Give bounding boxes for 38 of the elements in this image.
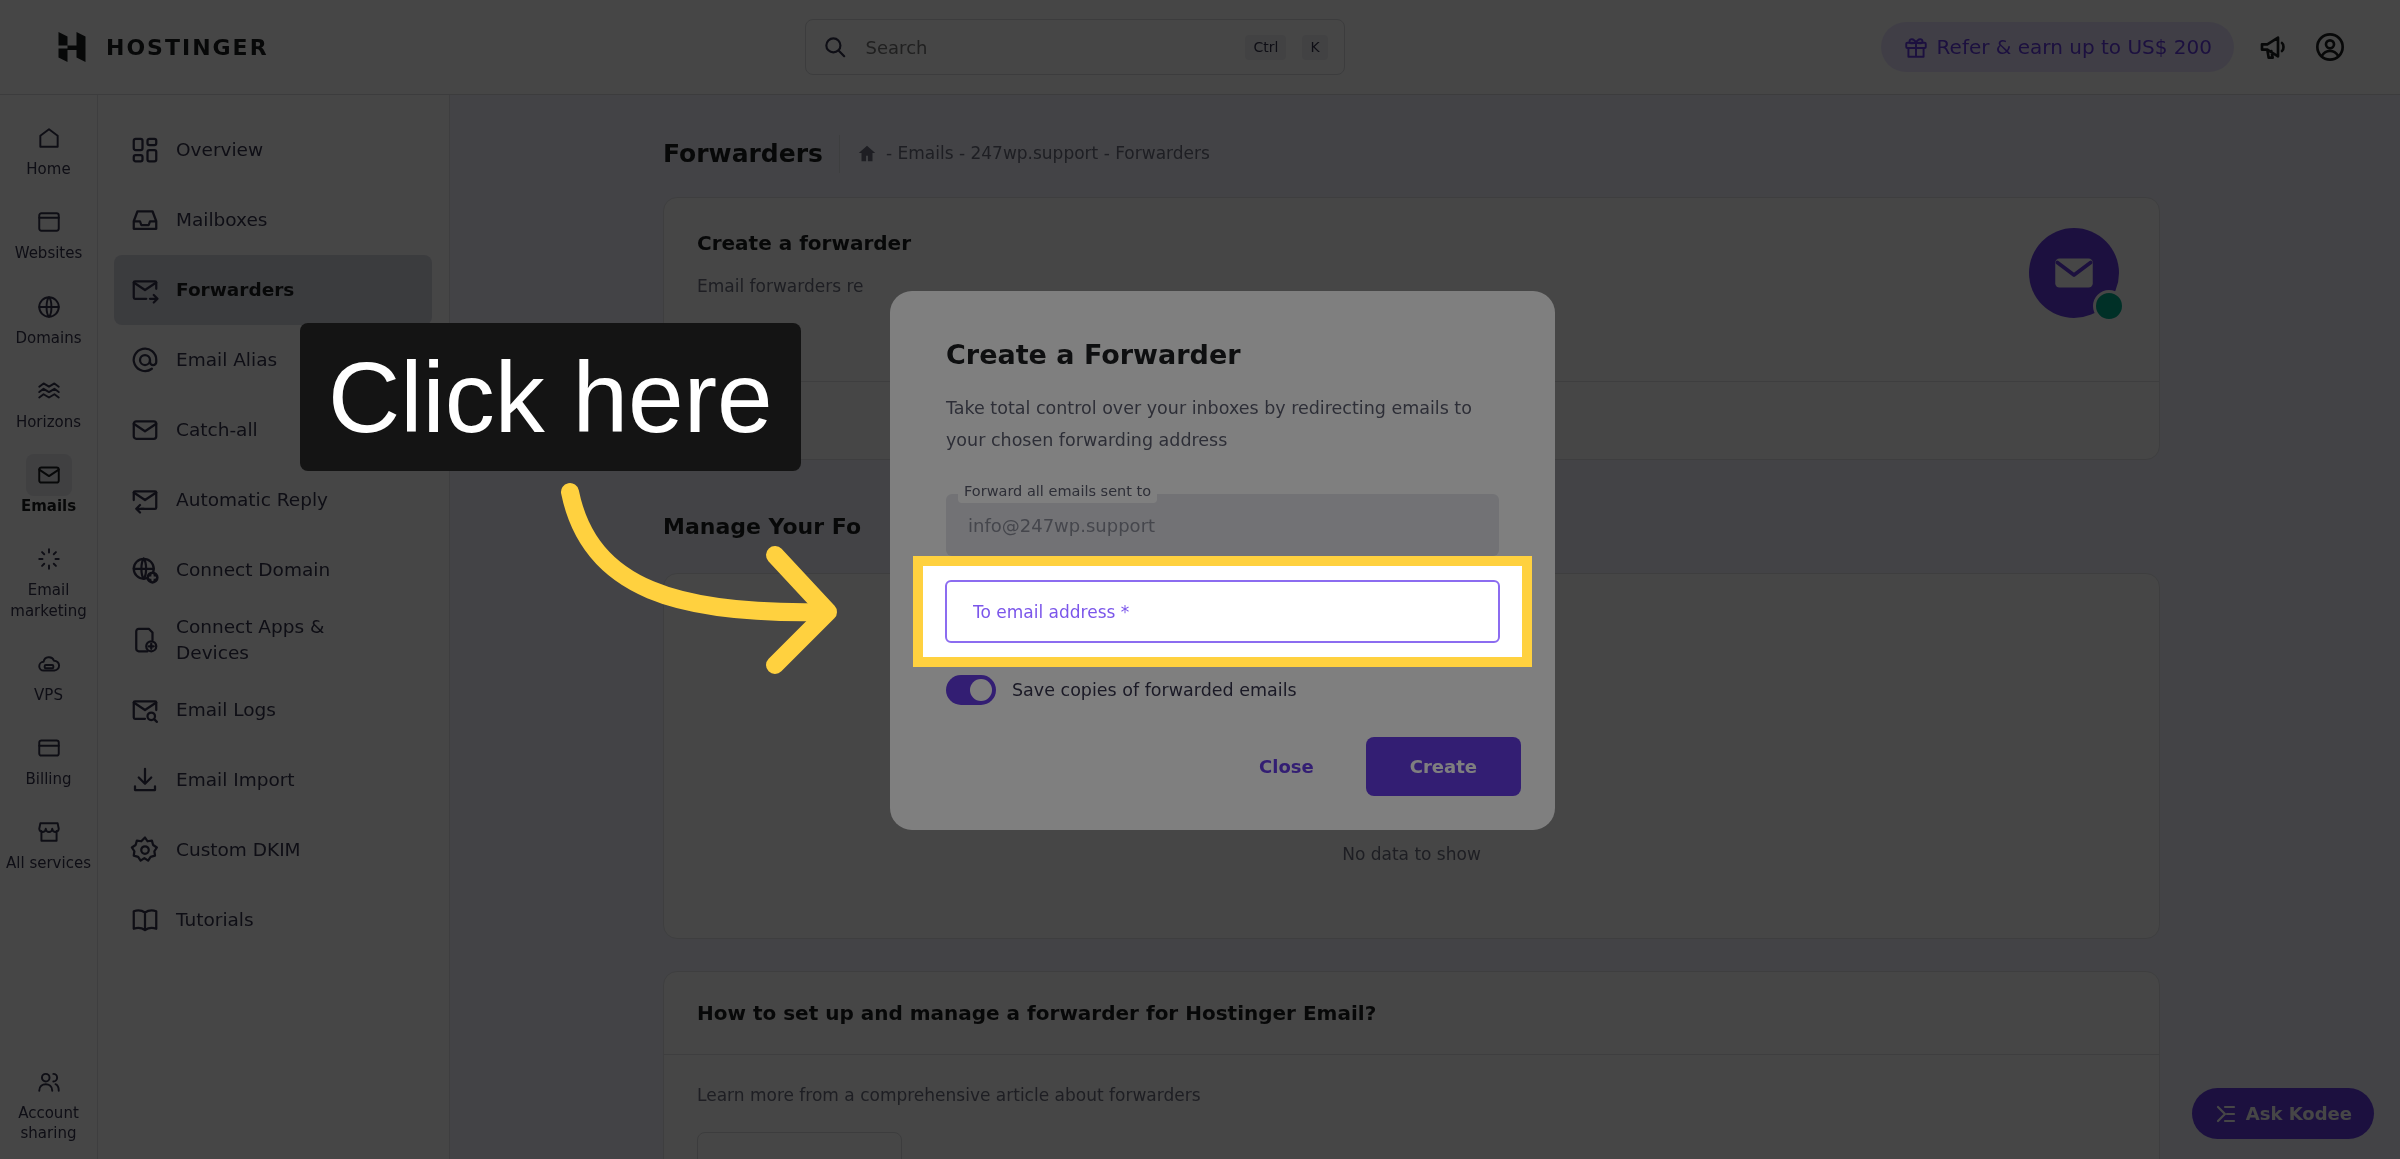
globe-plus-icon [130, 555, 160, 585]
create-button[interactable]: Create [1365, 737, 1521, 797]
at-sign-icon [130, 345, 160, 375]
dialog-description: Take total control over your inboxes by redirecting emails to your chosen forwarding address [946, 396, 1473, 452]
sidebar-item[interactable]: VPS [0, 636, 97, 711]
sidebar-item[interactable]: Account sharing [0, 1054, 97, 1149]
sidebar-item[interactable]: Home [0, 111, 97, 186]
page-title: Forwarders [663, 135, 840, 173]
sidebar-item[interactable]: Horizons [0, 363, 97, 438]
toggle-label: Save copies of forwarded emails [1012, 679, 1297, 703]
grid-icon [130, 135, 160, 165]
sidebar-item[interactable]: Websites [0, 195, 97, 270]
close-button[interactable]: Close [1231, 739, 1342, 795]
callout-label: Click here [300, 323, 801, 471]
brand-name: HOSTINGER [106, 33, 269, 62]
menu-item[interactable]: Tutorials [114, 885, 432, 955]
user-icon[interactable] [2314, 31, 2346, 63]
sidebar-item[interactable]: Email marketing [0, 532, 97, 627]
dotted-ring-icon [35, 546, 62, 573]
sidebar-item[interactable]: Domains [0, 279, 97, 354]
sidebar-item[interactable]: Billing [0, 721, 97, 796]
menu-item[interactable]: Email Logs [114, 675, 432, 745]
globe-icon [35, 293, 62, 320]
menu-item[interactable]: Mailboxes [114, 185, 432, 255]
sidebar-item[interactable]: All services [0, 805, 97, 880]
card-title: Create a forwarder [697, 229, 912, 257]
dialog-title: Create a Forwarder [946, 338, 1242, 372]
menu-item[interactable]: Overview [114, 115, 432, 185]
menu-item[interactable]: Connect Apps & Devices [114, 605, 432, 675]
sidebar-item[interactable]: Emails [0, 448, 97, 523]
menu-item[interactable]: Connect Domain [114, 535, 432, 605]
section-title: Manage Your Fo [663, 513, 862, 539]
menu-item[interactable]: Custom DKIM [114, 815, 432, 885]
settings-icon [130, 835, 160, 865]
menu-item[interactable]: Email Import [114, 745, 432, 815]
card-title: How to set up and manage a forwarder for Hostinger Email? [697, 999, 1378, 1027]
toggle-switch[interactable] [946, 675, 996, 706]
email-input-field[interactable]: To email address * [945, 580, 1500, 644]
